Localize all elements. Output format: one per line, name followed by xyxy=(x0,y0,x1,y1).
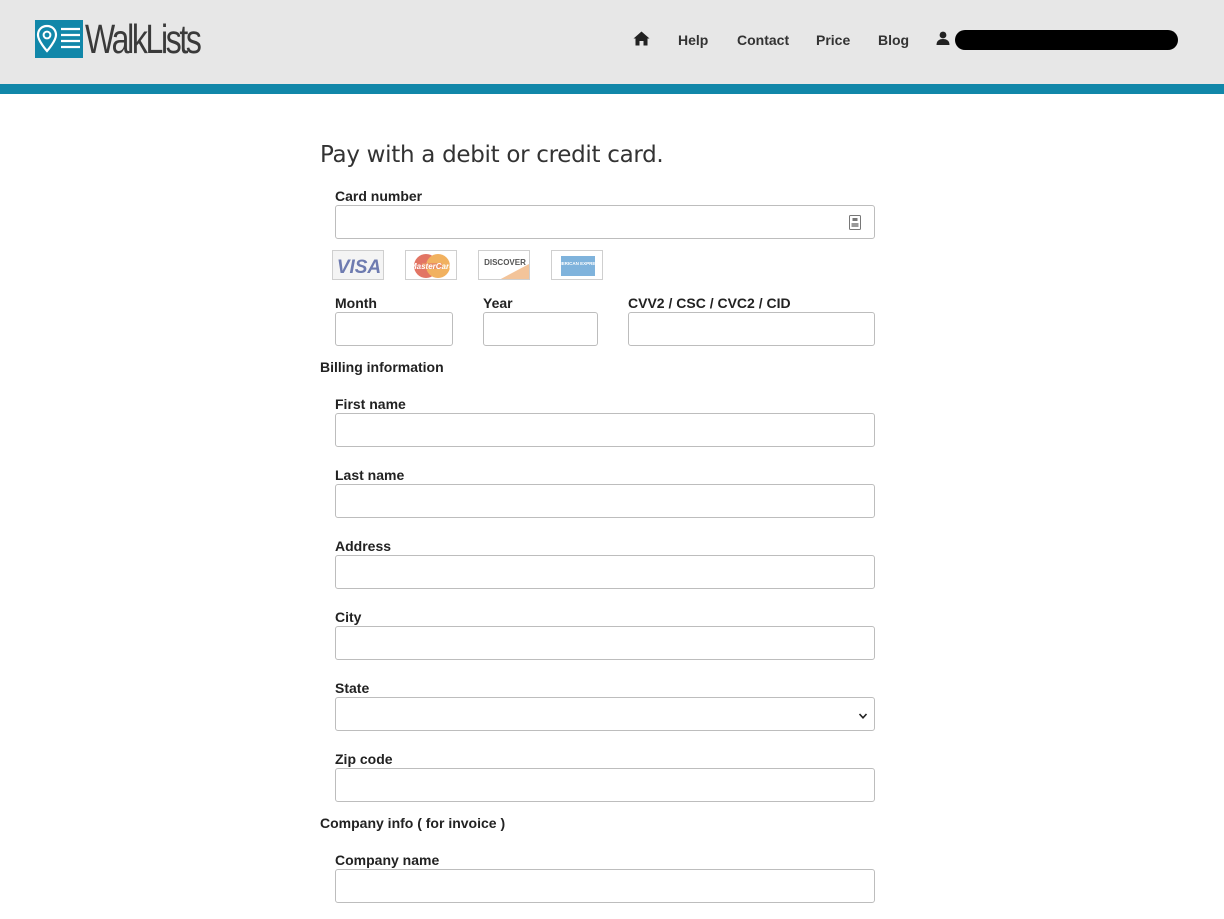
card-number-input[interactable] xyxy=(335,205,875,239)
company-name-label: Company name xyxy=(335,852,440,868)
user-icon[interactable] xyxy=(936,31,950,50)
first-name-input[interactable] xyxy=(335,413,875,447)
year-input[interactable] xyxy=(483,312,598,346)
card-number-label: Card number xyxy=(335,188,423,204)
city-input[interactable] xyxy=(335,626,875,660)
logo-mark-icon xyxy=(35,20,83,58)
zip-code-label: Zip code xyxy=(335,751,393,767)
visa-icon: VISA xyxy=(332,250,384,280)
year-label: Year xyxy=(483,295,513,311)
chevron-down-icon xyxy=(858,708,868,726)
cvv-input[interactable] xyxy=(628,312,875,346)
cvv-label: CVV2 / CSC / CVC2 / CID xyxy=(628,295,791,311)
month-input[interactable] xyxy=(335,312,453,346)
nav-blog-link[interactable]: Blog xyxy=(878,32,909,48)
address-input[interactable] xyxy=(335,555,875,589)
company-section-heading: Company info ( for invoice ) xyxy=(320,815,506,831)
site-header: WalkLists Help Contact Price Blog xyxy=(0,0,1224,84)
home-icon[interactable] xyxy=(633,31,650,51)
company-name-input[interactable] xyxy=(335,869,875,903)
zip-code-input[interactable] xyxy=(335,768,875,802)
state-select[interactable] xyxy=(335,697,875,731)
first-name-label: First name xyxy=(335,396,406,412)
svg-text:VISA: VISA xyxy=(337,257,381,278)
last-name-input[interactable] xyxy=(335,484,875,518)
svg-text:MasterCard: MasterCard xyxy=(410,262,455,271)
header-accent-bar xyxy=(0,84,1224,94)
city-label: City xyxy=(335,609,362,625)
mastercard-icon: MasterCard xyxy=(405,250,457,280)
nav-price-link[interactable]: Price xyxy=(816,32,850,48)
nav-help-link[interactable]: Help xyxy=(678,32,708,48)
autofill-card-icon[interactable] xyxy=(849,215,861,235)
state-label: State xyxy=(335,680,370,696)
last-name-label: Last name xyxy=(335,467,405,483)
logo-text: WalkLists xyxy=(85,16,202,62)
nav-contact-link[interactable]: Contact xyxy=(737,32,789,48)
month-label: Month xyxy=(335,295,377,311)
logo[interactable]: WalkLists xyxy=(35,16,232,62)
address-label: Address xyxy=(335,538,392,554)
svg-text:DISCOVER: DISCOVER xyxy=(484,258,526,267)
svg-text:AMERICAN EXPRESS: AMERICAN EXPRESS xyxy=(555,261,602,266)
amex-icon: AMERICAN EXPRESS xyxy=(551,250,603,280)
discover-icon: DISCOVER xyxy=(478,250,530,280)
account-name-redacted[interactable] xyxy=(955,30,1178,50)
page-title: Pay with a debit or credit card. xyxy=(320,142,664,168)
billing-section-heading: Billing information xyxy=(320,359,444,375)
